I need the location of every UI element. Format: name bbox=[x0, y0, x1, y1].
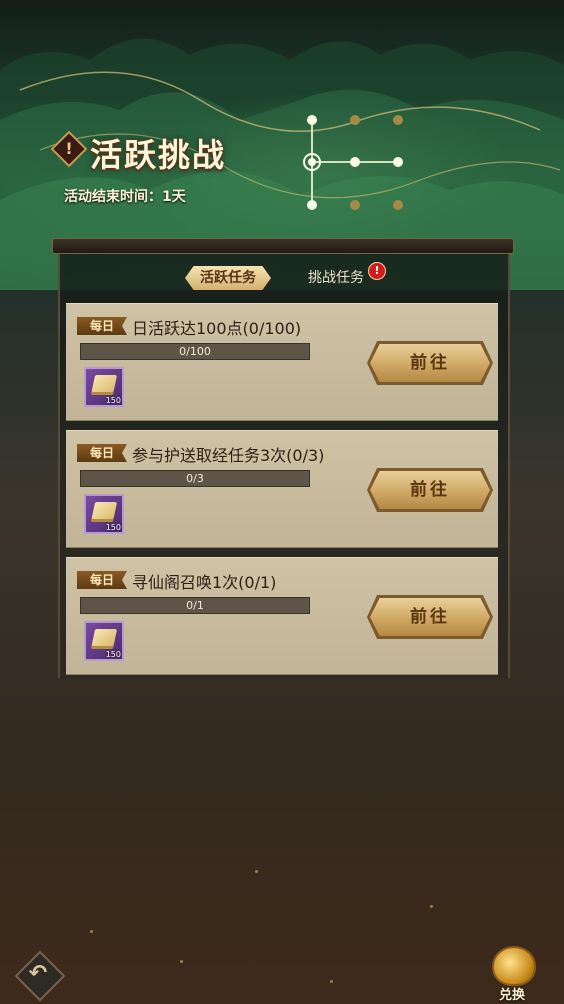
go-button[interactable]: 前往 bbox=[370, 598, 490, 636]
task-card: 每日 日活跃达100点(0/100) 0/100 150 前往 bbox=[66, 303, 498, 421]
reward-item[interactable]: 150 bbox=[84, 621, 124, 661]
scroll-icon bbox=[90, 502, 118, 522]
page-title: 活跃挑战 bbox=[90, 136, 227, 174]
reward-quantity: 150 bbox=[105, 523, 121, 532]
progress-text: 0/100 bbox=[179, 345, 211, 358]
exclamation-mark: ! bbox=[65, 139, 73, 158]
progress-bar: 0/1 bbox=[80, 597, 310, 614]
spark-decoration bbox=[90, 930, 93, 933]
task-card: 每日 参与护送取经任务3次(0/3) 0/3 150 前往 bbox=[66, 430, 498, 548]
spark-decoration bbox=[255, 870, 258, 873]
progress-text: 0/3 bbox=[186, 472, 204, 485]
scroll-icon bbox=[90, 375, 118, 395]
daily-tag: 每日 bbox=[77, 317, 127, 335]
tab-bar: 活跃任务 挑战任务 ! bbox=[60, 262, 504, 294]
daily-tag: 每日 bbox=[77, 571, 127, 589]
tab-active-tasks[interactable]: 活跃任务 bbox=[185, 266, 271, 290]
alert-badge-icon: ! bbox=[368, 262, 386, 280]
spark-decoration bbox=[430, 905, 433, 908]
back-button[interactable]: ↶ bbox=[14, 950, 66, 1002]
go-button[interactable]: 前往 bbox=[370, 344, 490, 382]
reward-quantity: 150 bbox=[105, 650, 121, 659]
exchange-label: 兑换 bbox=[498, 988, 525, 1003]
tab-challenge-tasks[interactable]: 挑战任务 bbox=[296, 266, 376, 290]
scroll-icon bbox=[90, 629, 118, 649]
go-button[interactable]: 前往 bbox=[370, 471, 490, 509]
task-card: 每日 寻仙阁召唤1次(0/1) 0/1 150 前往 bbox=[66, 557, 498, 675]
task-name: 日活跃达100点(0/100) bbox=[132, 319, 302, 338]
reward-item[interactable]: 150 bbox=[84, 367, 124, 407]
reward-item[interactable]: 150 bbox=[84, 494, 124, 534]
exchange-button[interactable]: 兑换 bbox=[482, 940, 542, 1003]
task-name: 参与护送取经任务3次(0/3) bbox=[132, 446, 325, 465]
treasure-pot-icon bbox=[492, 946, 536, 986]
task-name: 寻仙阁召唤1次(0/1) bbox=[132, 573, 277, 592]
progress-bar: 0/100 bbox=[80, 343, 310, 360]
event-end-time: 活动结束时间：1天 bbox=[64, 189, 186, 205]
reward-quantity: 150 bbox=[105, 396, 121, 405]
back-arrow-icon: ↶ bbox=[28, 961, 48, 986]
progress-text: 0/1 bbox=[186, 599, 204, 612]
panel-top-rail bbox=[52, 238, 514, 254]
spark-decoration bbox=[180, 960, 183, 963]
progress-bar: 0/3 bbox=[80, 470, 310, 487]
spark-decoration bbox=[330, 980, 333, 983]
daily-tag: 每日 bbox=[77, 444, 127, 462]
